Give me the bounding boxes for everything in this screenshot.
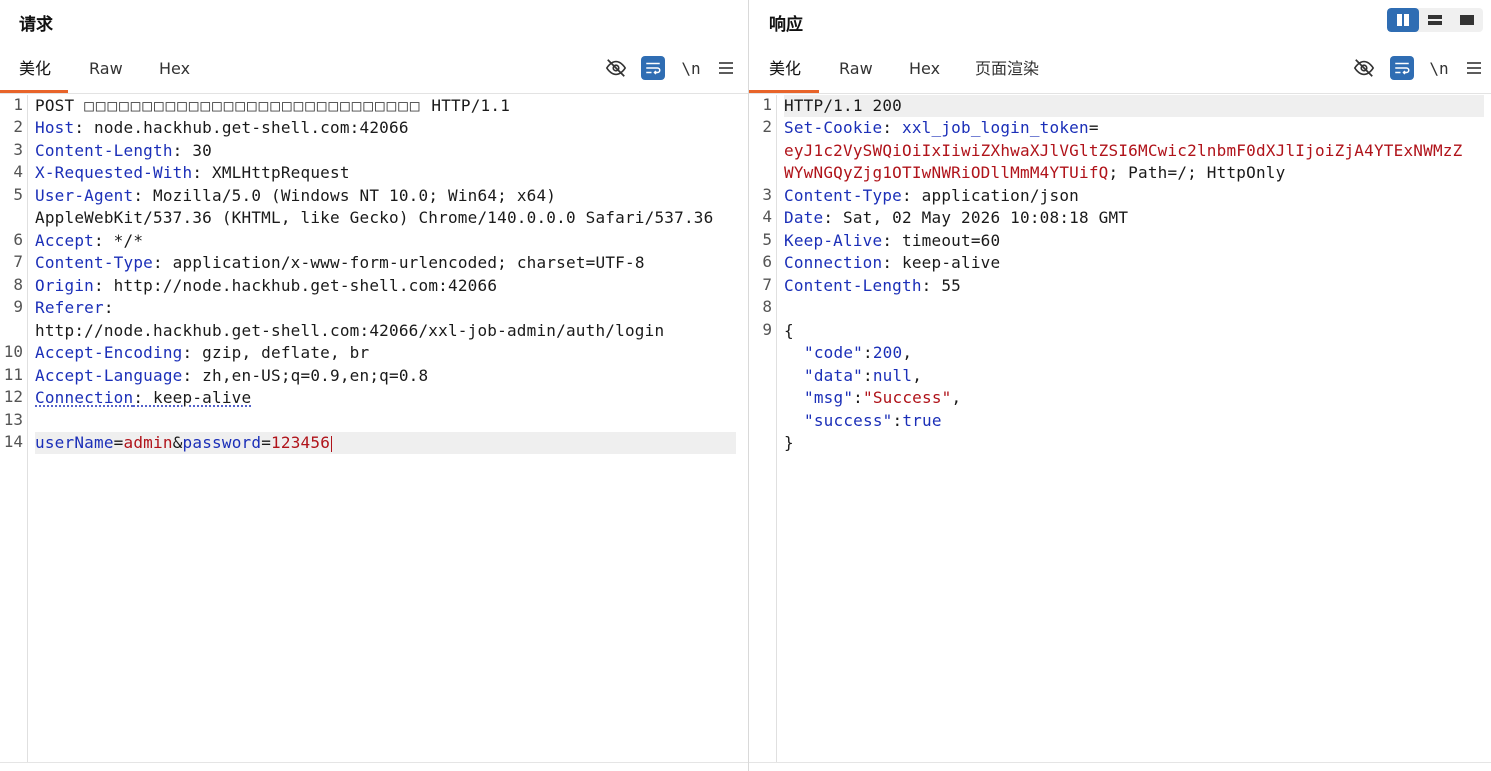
response-tab-raw[interactable]: Raw — [839, 60, 873, 92]
response-tab-hex[interactable]: Hex — [909, 60, 940, 92]
header-line-continuation: AppleWebKit/537.36 (KHTML, like Gecko) C… — [35, 208, 714, 227]
header-line: Accept: */* — [35, 231, 144, 250]
json-line: { — [784, 321, 794, 340]
split-horizontal-icon[interactable] — [1419, 8, 1451, 32]
response-gutter: 1 2 3 4 5 6 7 8 9 — [749, 95, 777, 763]
layout-switch — [1387, 8, 1483, 32]
line-number: 13 — [3, 410, 23, 429]
header-line: Content-Type: application/json — [784, 186, 1079, 205]
header-line: Connection: keep-alive — [784, 253, 1001, 272]
response-title: 响应 — [769, 15, 803, 35]
split-vertical-icon[interactable] — [1387, 8, 1419, 32]
line-number: 9 — [762, 320, 772, 339]
header-line: Accept-Language: zh,en-US;q=0.9,en;q=0.8 — [35, 366, 429, 385]
response-tabs-border — [749, 93, 1491, 94]
response-tab-pretty[interactable]: 美化 — [769, 60, 801, 92]
line-number: 8 — [762, 297, 772, 316]
line-number: 1 — [13, 95, 23, 114]
request-body-line: userName=admin&password=123456 — [35, 432, 736, 454]
line-number: 4 — [13, 162, 23, 181]
line-number: 9 — [13, 297, 23, 316]
line-number: 7 — [762, 275, 772, 294]
line-number: 5 — [762, 230, 772, 249]
line-number: 2 — [762, 117, 772, 136]
json-line: "msg":"Success", — [804, 388, 962, 407]
newline-toggle[interactable]: \n — [679, 56, 703, 80]
cookie-value-line: eyJ1c2VySWQiOiIxIiwiZXhwaXJlVGltZSI6MCwi… — [784, 141, 1463, 160]
line-number: 5 — [13, 185, 23, 204]
json-line: "data":null, — [804, 366, 923, 385]
line-number: 3 — [13, 140, 23, 159]
header-line: Content-Length: 30 — [35, 141, 213, 160]
line-number: 3 — [762, 185, 772, 204]
header-line: X-Requested-With: XMLHttpRequest — [35, 163, 350, 182]
json-line: } — [784, 433, 794, 452]
line-number: 11 — [3, 365, 23, 384]
line-number: 8 — [13, 275, 23, 294]
line-number: 2 — [13, 117, 23, 136]
request-tabs: 美化 Raw Hex — [0, 50, 748, 93]
header-line: Accept-Encoding: gzip, deflate, br — [35, 343, 370, 362]
header-line: Origin: http://node.hackhub.get-shell.co… — [35, 276, 498, 295]
line-number: 12 — [3, 387, 23, 406]
request-gutter: 1 2 3 4 5 6 7 8 9 10 11 12 13 14 — [0, 95, 28, 763]
request-tab-hex[interactable]: Hex — [159, 60, 190, 92]
line-number: 6 — [762, 252, 772, 271]
text-caret — [331, 435, 333, 452]
hide-eye-icon[interactable] — [604, 56, 628, 80]
line-number: 4 — [762, 207, 772, 226]
response-scrollbar[interactable] — [749, 762, 1491, 771]
json-line: "success":true — [804, 411, 942, 430]
request-title: 请求 — [19, 15, 53, 35]
header-line: Referer: — [35, 298, 114, 317]
response-editor[interactable]: 1 2 3 4 5 6 7 8 9 HTTP/1.1 200 Set-Cooki… — [749, 95, 1491, 763]
header-line: Content-Type: application/x-www-form-url… — [35, 253, 645, 272]
status-line: HTTP/1.1 200 — [784, 95, 1484, 117]
response-tab-render[interactable]: 页面渲染 — [975, 60, 1039, 92]
request-scrollbar[interactable] — [0, 762, 748, 771]
menu-icon[interactable] — [1462, 56, 1486, 80]
header-line: Date: Sat, 02 May 2026 10:08:18 GMT — [784, 208, 1129, 227]
request-editor[interactable]: 1 2 3 4 5 6 7 8 9 10 11 12 13 14 POST □□… — [0, 95, 748, 763]
request-tab-pretty[interactable]: 美化 — [19, 60, 51, 92]
request-pane: 请求 美化 Raw Hex \n 1 2 3 4 5 6 7 8 9 10 11… — [0, 0, 748, 771]
response-tabs: 美化 Raw Hex 页面渲染 — [749, 50, 1491, 93]
line-number: 10 — [3, 342, 23, 361]
header-line: Content-Length: 55 — [784, 276, 962, 295]
cookie-value-line: WYwNGQyZjg1OTIwNWRiODllMmM4YTUifQ; Path=… — [784, 163, 1286, 182]
request-tab-raw[interactable]: Raw — [89, 60, 123, 92]
header-line-continuation: http://node.hackhub.get-shell.com:42066/… — [35, 321, 665, 340]
word-wrap-icon[interactable] — [1390, 56, 1414, 80]
hide-eye-icon[interactable] — [1352, 56, 1376, 80]
header-line: User-Agent: Mozilla/5.0 (Windows NT 10.0… — [35, 186, 557, 205]
line-number: 1 — [762, 95, 772, 114]
response-pane: 响应 美化 Raw Hex 页面渲染 \n 1 2 3 4 5 6 7 8 9 … — [749, 0, 1491, 771]
menu-icon[interactable] — [714, 56, 738, 80]
header-line: Connection: keep-alive — [35, 388, 252, 407]
line-number: 14 — [3, 432, 23, 451]
line-number: 6 — [13, 230, 23, 249]
json-line: "code":200, — [804, 343, 913, 362]
request-line: POST □□□□□□□□□□□□□□□□□□□□□□□□□□□□□ HTTP/… — [35, 96, 511, 115]
header-line: Host: node.hackhub.get-shell.com:42066 — [35, 118, 409, 137]
line-number: 7 — [13, 252, 23, 271]
header-line: Set-Cookie: xxl_job_login_token= — [784, 118, 1099, 137]
word-wrap-icon[interactable] — [641, 56, 665, 80]
newline-toggle[interactable]: \n — [1427, 56, 1451, 80]
request-tabs-border — [0, 93, 748, 94]
header-line: Keep-Alive: timeout=60 — [784, 231, 1001, 250]
single-pane-icon[interactable] — [1451, 8, 1483, 32]
